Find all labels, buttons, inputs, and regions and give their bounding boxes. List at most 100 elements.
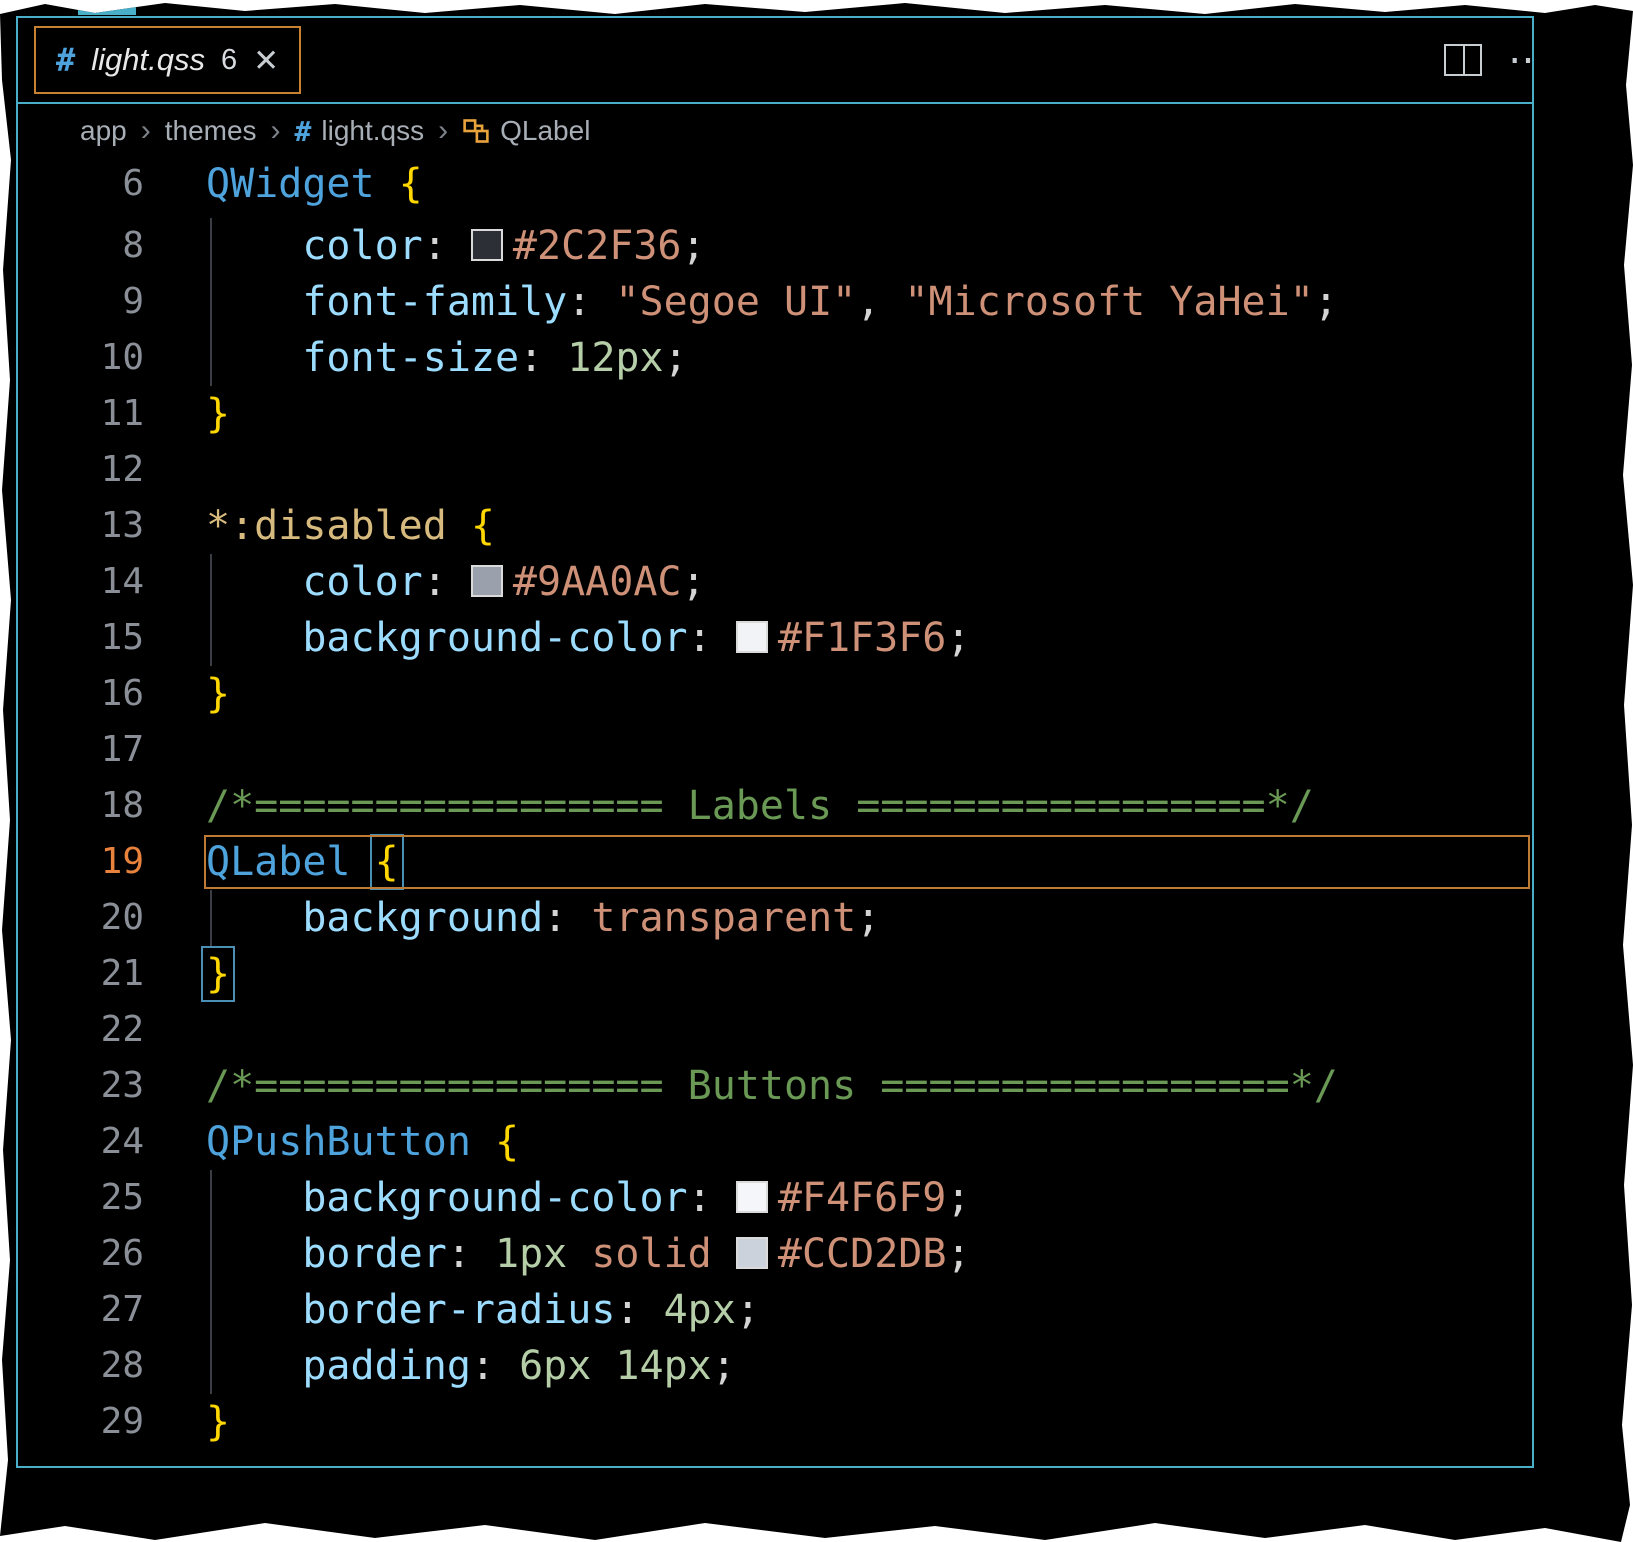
code-line[interactable]: 24 QPushButton { — [18, 1114, 1532, 1170]
code-token: ; — [681, 559, 706, 605]
tab-light-qss[interactable]: # light.qss 6 ✕ — [34, 26, 302, 94]
color-swatch[interactable] — [735, 1237, 768, 1269]
code-line[interactable]: 11} — [18, 386, 1532, 442]
color-swatch[interactable] — [470, 229, 503, 261]
code-text[interactable]: color: #2C2F36; — [166, 218, 1532, 274]
code-text[interactable]: QPushButton { — [166, 1114, 1532, 1170]
code-line[interactable]: 13 *:disabled { — [18, 498, 1532, 554]
line-number: 25 — [100, 1177, 144, 1218]
code-text[interactable]: /*================= Labels =============… — [166, 778, 1532, 834]
code-line[interactable]: 17 — [18, 722, 1532, 778]
code-token: : — [422, 223, 471, 269]
code-text[interactable]: QWidget { — [166, 158, 1532, 210]
code-text[interactable]: padding: 6px 14px; — [166, 1338, 1532, 1394]
breadcrumb-item-symbol[interactable]: QLabel — [462, 115, 590, 147]
hash-file-icon: # — [294, 114, 312, 148]
code-text[interactable]: background-color: #F1F3F6; — [166, 610, 1532, 666]
line-number: 15 — [100, 617, 144, 658]
code-text[interactable]: } — [166, 946, 1532, 1002]
code-text[interactable]: } — [166, 666, 1532, 722]
line-number: 27 — [100, 1289, 144, 1330]
code-editor[interactable]: 6 QWidget { 8 color: #2C2F36; 9 font-family… — [18, 158, 1532, 1450]
code-line[interactable]: 28 padding: 6px 14px; — [18, 1338, 1532, 1394]
code-text[interactable]: border-radius: 4px; — [166, 1282, 1532, 1338]
color-swatch[interactable] — [735, 1181, 768, 1213]
code-line[interactable]: 25 background-color: #F4F6F9; — [18, 1170, 1532, 1226]
code-line[interactable]: 29} — [18, 1394, 1532, 1450]
code-text[interactable]: QLabel { — [166, 834, 1532, 890]
code-text[interactable] — [166, 1002, 1532, 1058]
breadcrumb-label: app — [80, 115, 127, 146]
line-number: 23 — [100, 1065, 144, 1106]
code-line[interactable]: 27 border-radius: 4px; — [18, 1282, 1532, 1338]
code-token: } — [206, 391, 231, 437]
code-token: ; — [681, 223, 706, 269]
sticky-scroll-line[interactable]: 6 QWidget { — [18, 158, 1532, 210]
code-text[interactable]: background: transparent; — [166, 890, 1532, 946]
code-token: ; — [735, 1287, 760, 1333]
code-token: { — [398, 161, 423, 207]
code-line[interactable]: 9 font-family: "Segoe UI", "Microsoft Ya… — [18, 274, 1532, 330]
code-text[interactable]: } — [166, 1394, 1532, 1450]
code-token: 6px — [519, 1343, 592, 1389]
code-line[interactable]: 8 color: #2C2F36; — [18, 218, 1532, 274]
tab-bar: # light.qss 6 ✕ ⋯ — [18, 18, 1532, 104]
code-token: font-family — [302, 279, 568, 325]
code-line[interactable]: 23 /*================= Buttons ==========… — [18, 1058, 1532, 1114]
code-text[interactable]: color: #9AA0AC; — [166, 554, 1532, 610]
code-text[interactable] — [166, 722, 1532, 778]
code-text[interactable]: font-size: 12px; — [166, 330, 1532, 386]
code-text[interactable]: } — [166, 386, 1532, 442]
code-text[interactable]: font-family: "Segoe UI", "Microsoft YaHe… — [166, 274, 1532, 330]
code-line[interactable]: 14 color: #9AA0AC; — [18, 554, 1532, 610]
code-text[interactable]: border: 1px solid #CCD2DB; — [166, 1226, 1532, 1282]
code-token: font-size — [302, 335, 520, 381]
hash-file-icon: # — [56, 41, 76, 79]
more-actions-icon[interactable]: ⋯ — [1508, 37, 1532, 83]
code-text[interactable] — [166, 442, 1532, 498]
code-token: : — [446, 1231, 495, 1277]
code-token: : — [519, 335, 568, 381]
color-swatch[interactable] — [470, 565, 503, 597]
split-editor-icon[interactable] — [1444, 44, 1482, 76]
code-token: *:disabled — [206, 503, 447, 549]
code-line[interactable]: 22 — [18, 1002, 1532, 1058]
line-number: 14 — [100, 561, 144, 602]
code-text[interactable]: /*================= Buttons ============… — [166, 1058, 1532, 1114]
code-token: QLabel — [206, 839, 351, 885]
code-line[interactable]: 12 — [18, 442, 1532, 498]
code-line[interactable]: 18 /*================= Labels ===========… — [18, 778, 1532, 834]
breadcrumb-label: themes — [164, 115, 257, 146]
code-line[interactable]: 10 font-size: 12px; — [18, 330, 1532, 386]
code-line[interactable]: 26 border: 1px solid #CCD2DB; — [18, 1226, 1532, 1282]
code-token: ; — [946, 615, 971, 661]
code-line[interactable]: 19 QLabel { — [18, 834, 1532, 890]
breadcrumb-item-app[interactable]: app — [80, 115, 127, 147]
code-line[interactable]: 21} — [18, 946, 1532, 1002]
breadcrumb-item-file[interactable]: # light.qss — [295, 115, 425, 148]
code-token: background-color — [302, 1175, 688, 1221]
code-line[interactable]: 20 background: transparent; — [18, 890, 1532, 946]
code-text[interactable]: *:disabled { — [166, 498, 1532, 554]
breadcrumb-label: QLabel — [500, 115, 591, 146]
breadcrumb-item-themes[interactable]: themes — [165, 115, 257, 147]
close-icon[interactable]: ✕ — [253, 45, 279, 76]
color-swatch[interactable] — [735, 621, 768, 653]
code-token: ; — [856, 895, 881, 941]
code-token: : — [470, 1343, 520, 1389]
code-line[interactable]: 16} — [18, 666, 1532, 722]
code-token: /*================= Buttons ============… — [206, 1063, 1338, 1109]
code-line[interactable]: 15 background-color: #F1F3F6; — [18, 610, 1532, 666]
code-text[interactable]: background-color: #F4F6F9; — [166, 1170, 1532, 1226]
code-token: color — [302, 559, 423, 605]
code-token: border-radius — [302, 1287, 616, 1333]
